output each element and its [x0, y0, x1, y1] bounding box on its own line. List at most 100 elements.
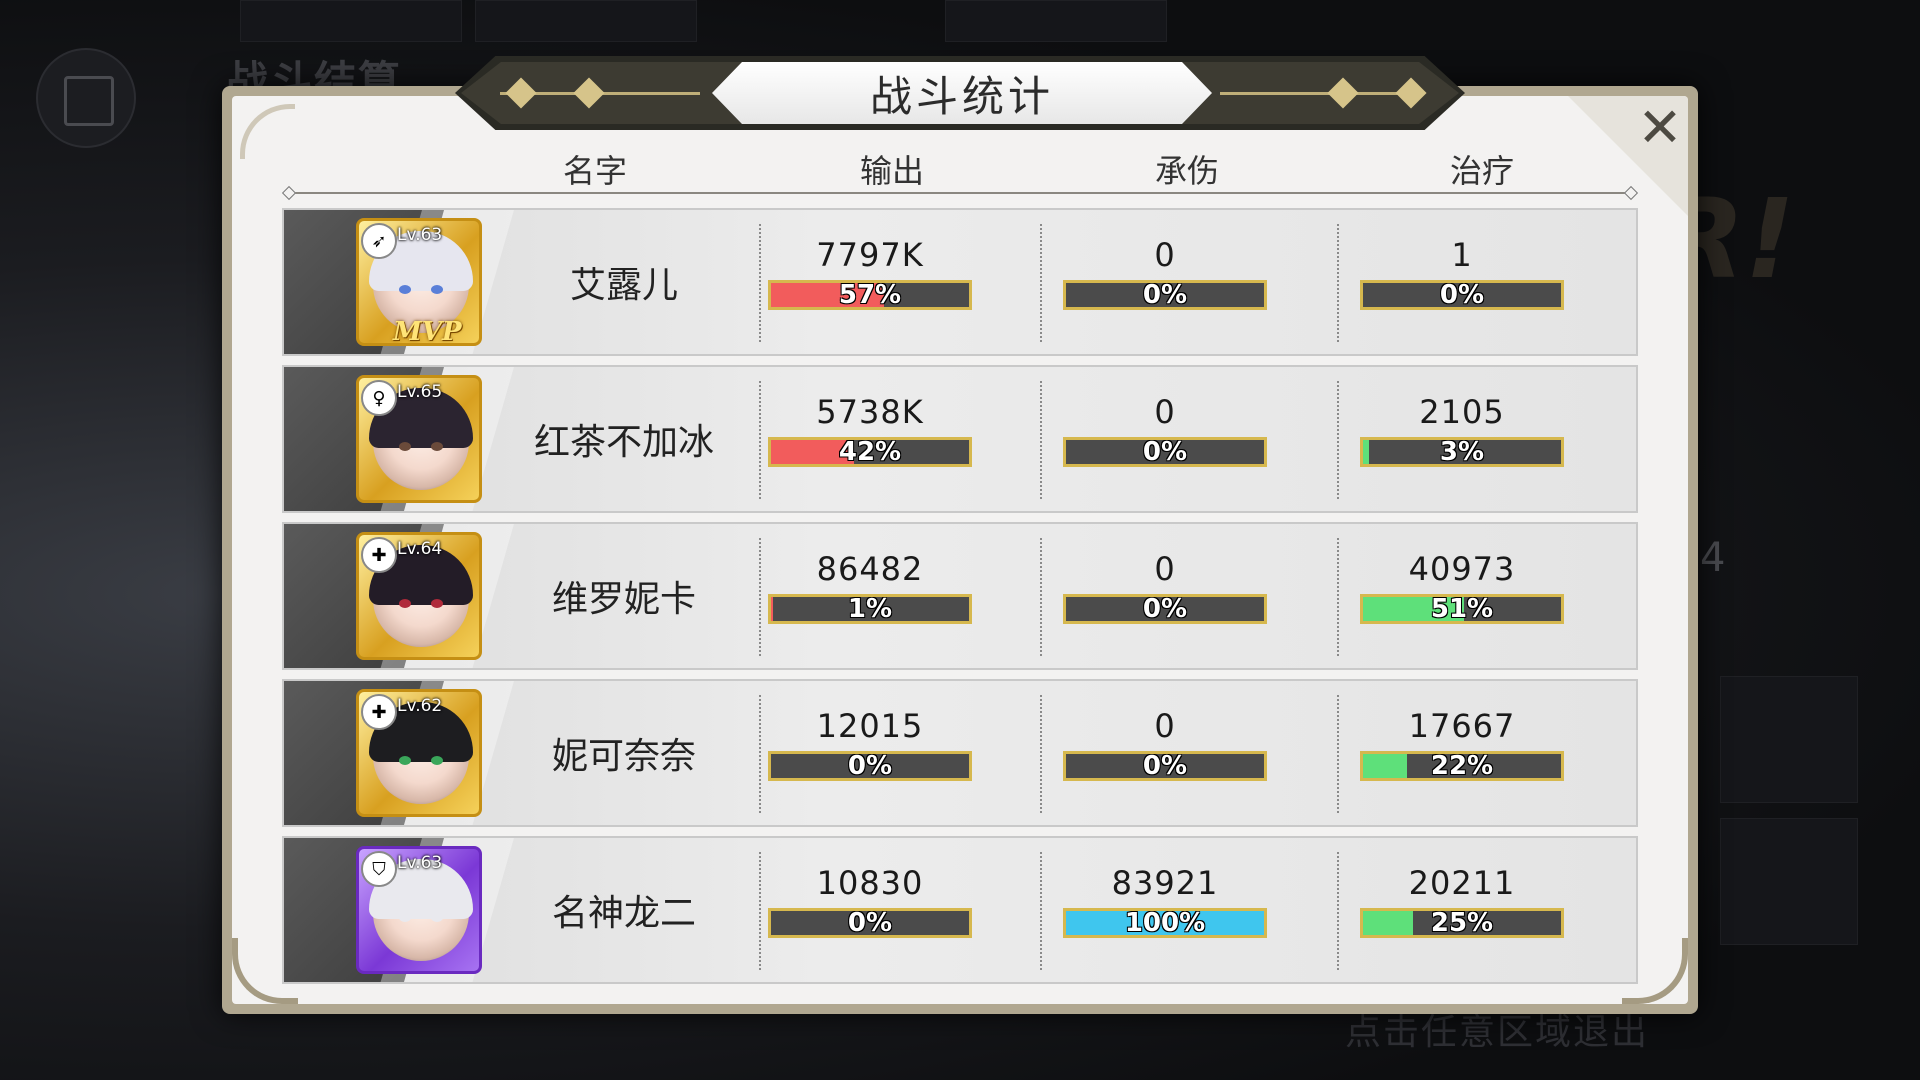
- hero-portrait[interactable]: ➶ Lv.63 MVP: [356, 218, 482, 346]
- column-divider: [1040, 381, 1042, 499]
- stat-tank: 0 0%: [1045, 367, 1285, 511]
- dialog-title: 战斗统计: [869, 71, 1054, 121]
- background-tile: [475, 0, 697, 42]
- stat-heal-percent: 25%: [1430, 908, 1494, 938]
- stat-heal-percent: 0%: [1439, 280, 1485, 310]
- stats-row[interactable]: ✚ Lv.62 妮可奈奈 12015 0% 0 0% 17667 22%: [282, 679, 1638, 827]
- column-divider: [1040, 224, 1042, 342]
- stat-heal-value: 17667: [1408, 707, 1516, 745]
- hero-portrait[interactable]: ⛉ Lv.63: [356, 846, 482, 974]
- stat-tank-value: 0: [1154, 550, 1176, 588]
- background-tile: [240, 0, 462, 42]
- stat-tank-bar: 100%: [1063, 908, 1267, 938]
- hero-portrait[interactable]: ✚ Lv.62: [356, 689, 482, 817]
- stat-heal-percent: 3%: [1439, 437, 1485, 467]
- column-header-name: 名字: [562, 152, 627, 190]
- stat-tank: 0 0%: [1045, 210, 1285, 354]
- stat-damage-bar: 1%: [768, 594, 972, 624]
- hero-eye: [399, 442, 411, 451]
- stat-damage-percent: 1%: [847, 594, 893, 624]
- stat-tank-bar: 0%: [1063, 437, 1267, 467]
- stat-tank-value: 0: [1154, 707, 1176, 745]
- hero-level: Lv.63: [397, 853, 443, 873]
- column-divider: [1337, 224, 1339, 342]
- stat-damage-value: 86482: [816, 550, 924, 588]
- stat-damage-value: 12015: [816, 707, 924, 745]
- stat-tank: 0 0%: [1045, 681, 1285, 825]
- close-icon: ✕: [1637, 96, 1683, 159]
- stat-tank-percent: 0%: [1142, 751, 1188, 781]
- stat-heal-bar: 0%: [1360, 280, 1564, 310]
- stat-damage-percent: 0%: [847, 908, 893, 938]
- column-divider: [1337, 695, 1339, 813]
- stats-row[interactable]: ➶ Lv.63 MVP 艾露儿 7797K 57% 0 0% 1 0%: [282, 208, 1638, 356]
- stat-heal: 1 0%: [1342, 210, 1582, 354]
- stat-tank-percent: 0%: [1142, 594, 1188, 624]
- hero-eye: [399, 913, 411, 922]
- background-menu-icon: [36, 48, 136, 148]
- stat-heal-value: 20211: [1408, 864, 1516, 902]
- mage-icon: ♀: [361, 380, 397, 416]
- hero-eye: [399, 756, 411, 765]
- title-ornament-line: [1220, 92, 1420, 95]
- dialog-title-plate: 战斗统计: [712, 62, 1212, 124]
- stat-heal-bar: 25%: [1360, 908, 1564, 938]
- stat-damage-bar: 42%: [768, 437, 972, 467]
- stat-damage: 5738K 42%: [750, 367, 990, 511]
- hero-portrait[interactable]: ✚ Lv.64: [356, 532, 482, 660]
- hero-name: 维罗妮卡: [551, 579, 696, 620]
- stat-tank-percent: 100%: [1124, 908, 1206, 938]
- hero-eye: [431, 285, 443, 294]
- hero-eye: [399, 599, 411, 608]
- close-button[interactable]: ✕: [1632, 100, 1688, 156]
- stat-heal: 40973 51%: [1342, 524, 1582, 668]
- hero-name: 妮可奈奈: [551, 736, 696, 777]
- stat-heal-bar: 51%: [1360, 594, 1564, 624]
- hero-eye: [431, 599, 443, 608]
- stat-heal: 17667 22%: [1342, 681, 1582, 825]
- shield-icon: ⛉: [361, 851, 397, 887]
- stats-row[interactable]: ✚ Lv.64 维罗妮卡 86482 1% 0 0% 40973 51%: [282, 522, 1638, 670]
- background-number: 4: [1700, 535, 1726, 581]
- stat-damage: 7797K 57%: [750, 210, 990, 354]
- stat-damage: 86482 1%: [750, 524, 990, 668]
- column-divider: [1337, 381, 1339, 499]
- stats-row[interactable]: ♀ Lv.65 红茶不加冰 5738K 42% 0 0% 2105 3%: [282, 365, 1638, 513]
- header-divider: [290, 192, 1630, 194]
- archer-icon: ➶: [361, 223, 397, 259]
- stat-damage: 10830 0%: [750, 838, 990, 982]
- stat-damage-bar: 0%: [768, 908, 972, 938]
- stat-heal-percent: 22%: [1430, 751, 1494, 781]
- stat-heal-percent: 51%: [1430, 594, 1494, 624]
- hero-eye: [399, 285, 411, 294]
- game-screen[interactable]: 战斗结算 R! 4 点击任意区域退出 战斗统计 ✕ 名字 输出 承伤 治疗 ➶ L…: [0, 0, 1920, 1080]
- hero-portrait[interactable]: ♀ Lv.65: [356, 375, 482, 503]
- stat-heal: 20211 25%: [1342, 838, 1582, 982]
- hero-level: Lv.63: [397, 225, 443, 245]
- stat-damage-value: 7797K: [816, 236, 924, 274]
- background-tile: [1720, 818, 1858, 945]
- corner-ornament: [240, 104, 295, 159]
- stat-tank-bar: 0%: [1063, 280, 1267, 310]
- stat-tank: 83921 100%: [1045, 838, 1285, 982]
- hero-name: 艾露儿: [569, 265, 678, 306]
- column-divider: [1040, 538, 1042, 656]
- hero-name: 红茶不加冰: [533, 422, 714, 463]
- stat-tank-percent: 0%: [1142, 280, 1188, 310]
- stat-heal-value: 40973: [1408, 550, 1516, 588]
- stat-damage-value: 5738K: [816, 393, 924, 431]
- hero-level: Lv.64: [397, 539, 443, 559]
- stat-tank-value: 0: [1154, 236, 1176, 274]
- background-tile: [945, 0, 1167, 42]
- stat-heal-value: 2105: [1419, 393, 1505, 431]
- stat-damage-value: 10830: [816, 864, 924, 902]
- healer-icon: ✚: [361, 694, 397, 730]
- stat-tank-value: 83921: [1111, 864, 1219, 902]
- stat-damage: 12015 0%: [750, 681, 990, 825]
- stat-heal-value: 1: [1451, 236, 1473, 274]
- stat-tank: 0 0%: [1045, 524, 1285, 668]
- stat-damage-percent: 0%: [847, 751, 893, 781]
- stats-row[interactable]: ⛉ Lv.63 名神龙二 10830 0% 83921 100% 20211 25%: [282, 836, 1638, 984]
- hero-level: Lv.62: [397, 696, 443, 716]
- mvp-badge: MVP: [393, 317, 462, 346]
